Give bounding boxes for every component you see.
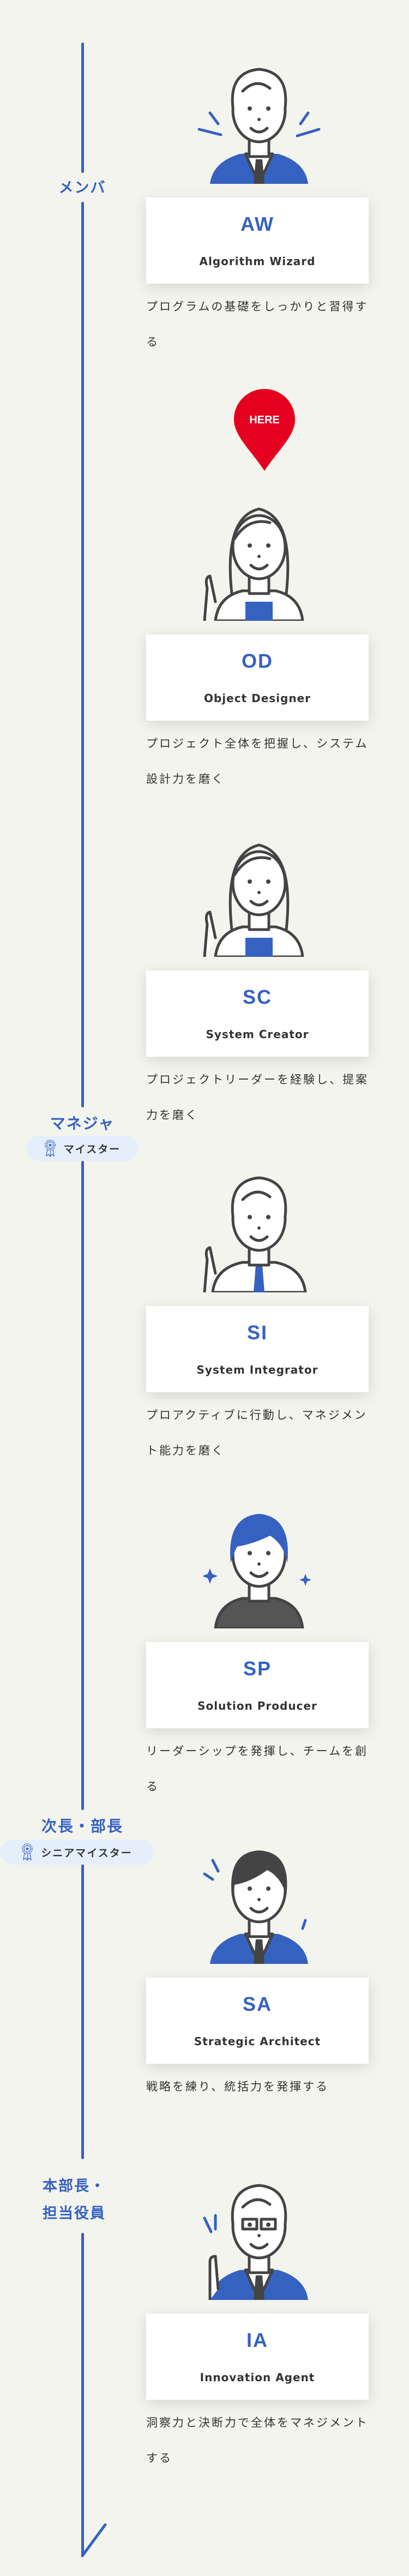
map-pin-icon: HERE [234, 389, 295, 471]
role-card: SP Solution Producer [146, 1642, 369, 1728]
person-illustration [197, 68, 321, 184]
person-illustration [203, 1176, 307, 1292]
role-description: プロジェクトリーダーを経験し、提案力を磨く [146, 1073, 369, 1122]
role-title: Innovation Agent [200, 2371, 315, 2384]
role-description: プロジェクト全体を把握し、システム設計力を磨く [146, 737, 369, 786]
role-section-od: OD Object Designer プロジェクト全体を把握し、システム設計力を… [0, 484, 409, 812]
role-section-ia: IA Innovation Agent 洞察力と決断力で全体をマネジメントする [0, 2164, 409, 2491]
role-description: 洞察力と決断力で全体をマネジメントする [146, 2416, 369, 2465]
role-card: SA Strategic Architect [146, 1978, 369, 2064]
role-section-sc: SC System Creator プロジェクトリーダーを経験し、提案力を磨く [0, 820, 409, 1148]
role-section-sa: SA Strategic Architect 戦略を練り、統括力を発揮する [0, 1828, 409, 2155]
role-code: SC [242, 986, 272, 1008]
role-section-aw: AW Algorithm Wizard プログラムの基礎をしっかりと習得する [0, 47, 409, 375]
role-card: SI System Integrator [146, 1306, 369, 1392]
person-illustration [203, 507, 304, 621]
role-card: OD Object Designer [146, 634, 369, 721]
person-illustration [203, 2184, 308, 2300]
role-section-sp: SP Solution Producer リーダーシップを発揮し、チームを創る [0, 1492, 409, 1819]
role-title: Algorithm Wizard [199, 255, 316, 268]
role-title: Strategic Architect [194, 2035, 321, 2048]
role-title: Solution Producer [197, 1699, 317, 1712]
role-code: SA [242, 1993, 272, 2015]
person-illustration [203, 843, 304, 957]
role-description: プログラムの基礎をしっかりと習得する [146, 300, 369, 349]
role-card: IA Innovation Agent [146, 2314, 369, 2400]
role-code: AW [240, 213, 274, 235]
role-card: AW Algorithm Wizard [146, 197, 369, 284]
role-description: 戦略を練り、統括力を発揮する [146, 2080, 329, 2093]
role-description: プロアクティブに行動し、マネジメント能力を磨く [146, 1409, 368, 1457]
role-description: リーダーシップを発揮し、チームを創る [146, 1745, 368, 1793]
role-title: Object Designer [203, 692, 311, 705]
person-illustration [203, 1850, 308, 1964]
role-code: SP [243, 1657, 272, 1680]
role-title: System Creator [206, 1028, 309, 1041]
person-illustration [202, 1514, 311, 1628]
role-title: System Integrator [196, 1363, 318, 1376]
role-code: IA [246, 2329, 268, 2351]
role-card: SC System Creator [146, 971, 369, 1057]
role-section-si: SI System Integrator プロアクティブに行動し、マネジメント能… [0, 1156, 409, 1483]
role-code: OD [242, 650, 273, 672]
role-code: SI [246, 1321, 268, 1344]
here-label: HERE [249, 414, 280, 426]
